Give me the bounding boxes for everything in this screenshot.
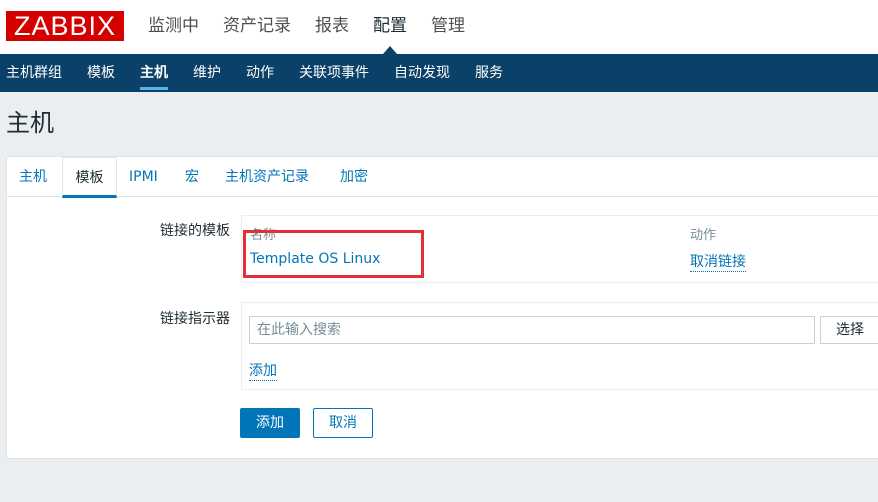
sub-menu-maintenance[interactable]: 维护 <box>193 54 221 92</box>
tab-ipmi[interactable]: IPMI <box>129 157 158 197</box>
main-menu-inventory[interactable]: 资产记录 <box>223 0 291 54</box>
sub-menu-bar: 主机群组 模板 主机 维护 动作 关联项事件 自动发现 服务 <box>0 54 878 92</box>
main-menu-configuration[interactable]: 配置 <box>373 0 407 54</box>
tab-templates[interactable]: 模板 <box>62 157 117 198</box>
sub-menu-services[interactable]: 服务 <box>475 54 503 92</box>
sub-menu-templates[interactable]: 模板 <box>87 54 115 92</box>
sub-menu-discovery[interactable]: 自动发现 <box>394 54 450 92</box>
main-menu: 监测中 资产记录 报表 配置 管理 <box>148 0 489 54</box>
sub-menu-host-groups[interactable]: 主机群组 <box>6 54 62 92</box>
sub-menu-event-correlation[interactable]: 关联项事件 <box>299 54 369 92</box>
top-header: ZABBIX 监测中 资产记录 报表 配置 管理 <box>0 0 878 54</box>
linked-templates-label: 链接的模板 <box>160 223 230 239</box>
select-button[interactable]: 选择 <box>820 316 878 344</box>
link-indicator-box: 在此输入搜索 选择 添加 <box>241 302 878 390</box>
main-menu-reports[interactable]: 报表 <box>315 0 349 54</box>
highlight-annotation <box>243 230 424 278</box>
unlink-button[interactable]: 取消链接 <box>690 251 746 272</box>
tab-macros[interactable]: 宏 <box>185 157 199 197</box>
sub-menu: 主机群组 模板 主机 维护 动作 关联项事件 自动发现 服务 <box>6 54 528 92</box>
add-link[interactable]: 添加 <box>249 360 277 381</box>
main-menu-configuration-label: 配置 <box>373 16 407 36</box>
main-menu-monitoring[interactable]: 监测中 <box>148 0 199 54</box>
form-tabs: 主机 模板 IPMI 宏 主机资产记录 加密 <box>7 157 878 198</box>
add-button[interactable]: 添加 <box>240 408 300 438</box>
main-menu-administration[interactable]: 管理 <box>431 0 465 54</box>
zabbix-logo[interactable]: ZABBIX <box>6 11 124 41</box>
template-search-input[interactable]: 在此输入搜索 <box>249 316 815 344</box>
tab-encryption[interactable]: 加密 <box>340 157 368 197</box>
cancel-button[interactable]: 取消 <box>313 408 373 438</box>
tab-inventory[interactable]: 主机资产记录 <box>225 157 309 197</box>
sub-menu-actions[interactable]: 动作 <box>246 54 274 92</box>
link-indicator-label: 链接指示器 <box>160 311 230 327</box>
sub-menu-hosts[interactable]: 主机 <box>140 54 168 92</box>
host-form-panel: 主机 模板 IPMI 宏 主机资产记录 加密 链接的模板 名称 动作 Templ… <box>6 156 878 459</box>
page-title: 主机 <box>6 109 54 137</box>
column-header-action: 动作 <box>690 228 717 243</box>
active-caret-icon <box>383 46 397 54</box>
tab-host[interactable]: 主机 <box>19 157 47 197</box>
